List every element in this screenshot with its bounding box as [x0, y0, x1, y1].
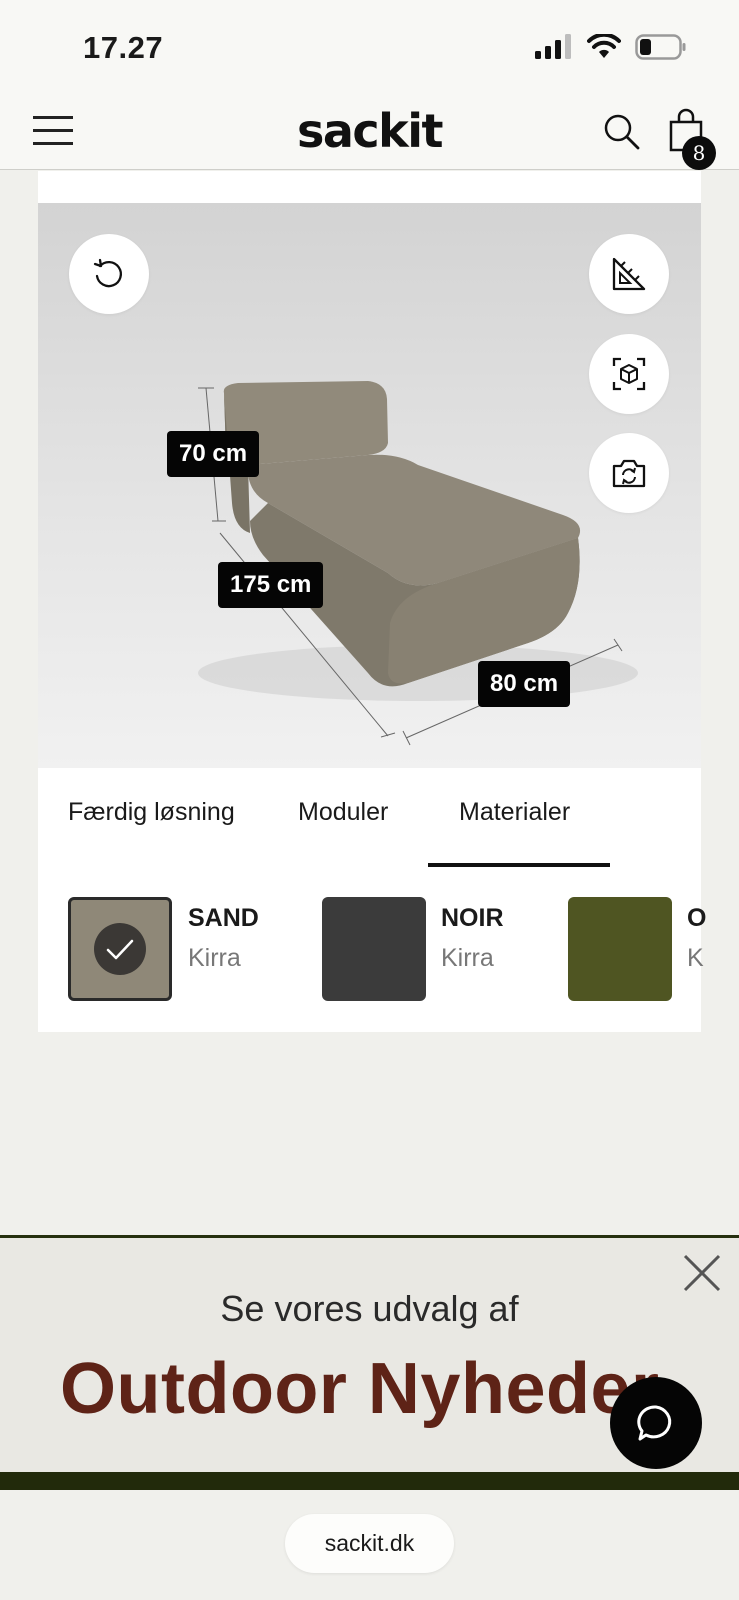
ar-view-button[interactable]	[589, 334, 669, 414]
material-fabric-sand: Kirra	[188, 944, 241, 972]
dimension-label-length: 175 cm	[218, 562, 324, 608]
wifi-icon	[587, 34, 621, 58]
rotate-reset-icon	[93, 258, 122, 288]
tab-materialer[interactable]: Materialer	[459, 798, 570, 827]
material-swatch-noir[interactable]	[322, 897, 426, 1001]
cart-count-badge: 8	[682, 136, 716, 170]
tab-faerdig-losning[interactable]: Færdig løsning	[68, 798, 235, 827]
banner-bottom-bar	[0, 1472, 739, 1490]
tab-moduler[interactable]: Moduler	[298, 798, 388, 827]
material-swatch-sand[interactable]	[68, 897, 172, 1001]
ar-cube-icon	[612, 357, 646, 391]
configurator-panel: Færdig løsning Moduler Materialer SAND K…	[38, 768, 706, 1032]
active-tab-indicator	[428, 863, 610, 867]
battery-low-icon	[635, 34, 686, 60]
close-icon	[683, 1254, 721, 1292]
switch-camera-button[interactable]	[589, 433, 669, 513]
measure-toggle-button[interactable]	[589, 234, 669, 314]
site-header: sackit 8	[0, 100, 739, 170]
cellular-signal-icon	[535, 34, 571, 59]
browser-address-bar[interactable]: sackit.dk	[285, 1514, 454, 1573]
banner-title[interactable]: Outdoor Nyheder	[60, 1348, 660, 1430]
content-top-strip	[38, 171, 701, 203]
material-name-noir[interactable]: NOIR	[441, 904, 504, 933]
material-fabric-olive: K	[687, 944, 704, 972]
search-button[interactable]	[602, 112, 642, 152]
banner-subtitle: Se vores udvalg af	[220, 1288, 519, 1329]
product-3d-viewer[interactable]: 70 cm 175 cm 80 cm	[38, 203, 701, 768]
material-fabric-noir: Kirra	[441, 944, 494, 972]
banner-close-button[interactable]	[682, 1253, 722, 1293]
cart-button[interactable]: 8	[668, 108, 718, 170]
camera-switch-icon	[612, 459, 646, 488]
selected-check-icon	[94, 923, 146, 975]
material-swatch-olive[interactable]	[568, 897, 672, 1001]
search-icon	[604, 114, 640, 150]
ruler-measure-icon	[612, 257, 646, 291]
material-name-sand[interactable]: SAND	[188, 904, 259, 933]
status-icons	[535, 34, 687, 60]
dimension-label-height: 70 cm	[167, 431, 260, 477]
status-time: 17.27	[83, 30, 164, 65]
chat-bubble-icon	[637, 1405, 672, 1441]
status-bar: 17.27	[0, 0, 739, 100]
chat-button[interactable]	[610, 1377, 702, 1469]
material-name-olive[interactable]: O	[687, 904, 706, 933]
reset-view-button[interactable]	[69, 234, 149, 314]
dimension-label-width: 80 cm	[478, 661, 571, 707]
